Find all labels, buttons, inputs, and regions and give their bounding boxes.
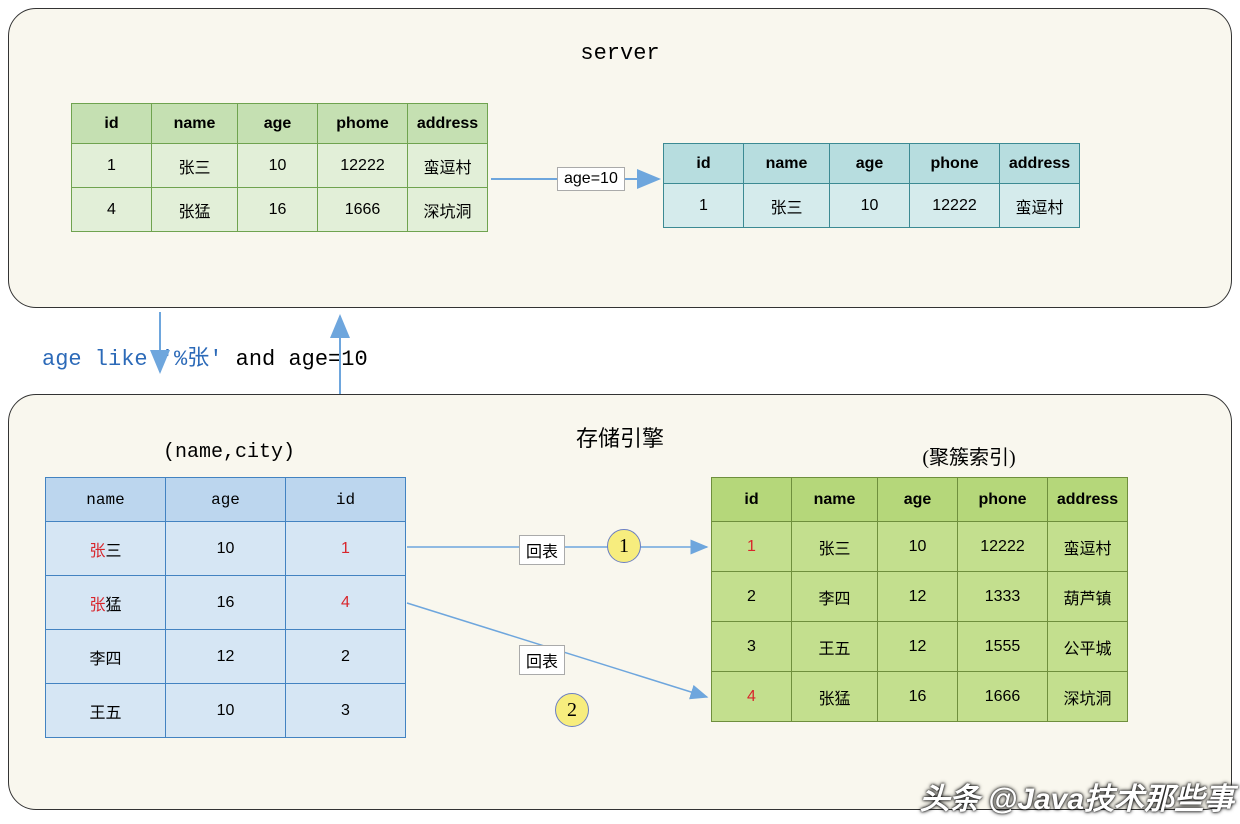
filter-label: age=10 (557, 167, 625, 191)
server-left-table: id name age phome address 1 张三 10 12222 … (71, 103, 488, 232)
table-row: 4 张猛 16 1666 深坑洞 (712, 672, 1128, 722)
server-panel: server id name age phome address 1 张三 10… (8, 8, 1232, 308)
table-row: 2 李四 12 1333 葫芦镇 (712, 572, 1128, 622)
col-name: name (744, 144, 830, 184)
lookup-label-2: 回表 (519, 645, 565, 675)
table-row: 李四 12 2 (46, 630, 406, 684)
col-age: age (878, 478, 958, 522)
table-row: 1 张三 10 12222 蛮逗村 (712, 522, 1128, 572)
table-row: 张猛 16 4 (46, 576, 406, 630)
table-row: 3 王五 12 1555 公平城 (712, 622, 1128, 672)
col-age: age (238, 104, 318, 144)
col-phone: phome (318, 104, 408, 144)
server-title: server (9, 41, 1231, 66)
col-address: address (1000, 144, 1080, 184)
table-row: 1 张三 10 12222 蛮逗村 (664, 184, 1080, 228)
step-2-marker: 2 (555, 693, 589, 727)
table-row: 王五 10 3 (46, 684, 406, 738)
col-phone: phone (958, 478, 1048, 522)
server-right-table: id name age phone address 1 张三 10 12222 … (663, 143, 1080, 228)
query-part-black: and age=10 (222, 347, 367, 372)
query-text: age like '%张' and age=10 (42, 340, 368, 372)
col-phone: phone (910, 144, 1000, 184)
index-right-label: (聚簇索引) (869, 441, 1069, 470)
col-id: id (72, 104, 152, 144)
col-age: age (166, 478, 286, 522)
col-name: name (792, 478, 878, 522)
col-id: id (712, 478, 792, 522)
col-name: name (152, 104, 238, 144)
col-id: id (286, 478, 406, 522)
col-age: age (830, 144, 910, 184)
query-part-blue: age like '%张' (42, 347, 222, 372)
col-name: name (46, 478, 166, 522)
storage-engine-panel: 存储引擎 (name,city) (聚簇索引) name age id 张三 1… (8, 394, 1232, 810)
table-row: 1 张三 10 12222 蛮逗村 (72, 144, 488, 188)
clustered-index-table: id name age phone address 1 张三 10 12222 … (711, 477, 1128, 722)
secondary-index-table: name age id 张三 10 1 张猛 16 4 李四 12 2 王五 1… (45, 477, 406, 738)
col-address: address (1048, 478, 1128, 522)
col-address: address (408, 104, 488, 144)
index-left-label: (name,city) (129, 441, 329, 464)
table-row: 4 张猛 16 1666 深坑洞 (72, 188, 488, 232)
step-1-marker: 1 (607, 529, 641, 563)
watermark: 头条 @Java技术那些事 (920, 774, 1234, 818)
table-row: 张三 10 1 (46, 522, 406, 576)
lookup-label-1: 回表 (519, 535, 565, 565)
col-id: id (664, 144, 744, 184)
